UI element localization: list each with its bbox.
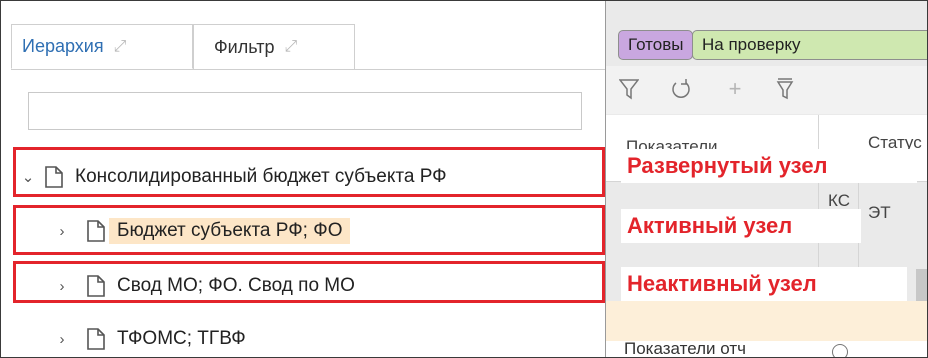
grid-cell (916, 269, 927, 303)
table-row[interactable] (606, 301, 927, 341)
cell-code-ks: КС (828, 191, 850, 210)
annotation-inactive: Неактивный узел (621, 267, 907, 301)
status-button-ready[interactable]: Готовы (618, 30, 694, 60)
annotation-box-inactive (13, 261, 605, 303)
search-input[interactable] (28, 92, 582, 130)
annotation-active: Активный узел (621, 209, 861, 243)
tree-node-tfoms[interactable]: › ТФОМС; ТГВФ (55, 319, 246, 357)
status-button-to-review[interactable]: На проверку (692, 30, 927, 60)
annotation-box-expanded (13, 147, 605, 197)
grid-toolbar: + (606, 66, 927, 114)
tab-filter-label: Фильтр (214, 36, 275, 57)
refresh-icon[interactable] (666, 74, 696, 104)
cell-code-et: ЭТ (868, 203, 891, 222)
status-button-label: На проверку (702, 35, 801, 54)
document-icon (87, 328, 105, 350)
tab-hierarchy-label: Иерархия (22, 36, 104, 56)
tab-hierarchy[interactable]: Иерархия ⤢ (11, 24, 193, 69)
app-window: Иерархия ⤢ Фильтр ⤢ ⌄ Консолидированный … (0, 0, 928, 358)
status-button-label: Готовы (628, 35, 684, 54)
row-radio[interactable] (832, 344, 848, 357)
expand-icon[interactable]: ⤢ (284, 38, 297, 56)
annotation-box-active (13, 205, 605, 255)
tree-node-label: ТФОМС; ТГВФ (117, 328, 246, 349)
annotation-expanded: Развернутый узел (621, 149, 917, 183)
chevron-right-icon[interactable]: › (55, 331, 69, 348)
panel-tabs: Иерархия ⤢ Фильтр ⤢ (11, 24, 611, 70)
hierarchy-panel: Иерархия ⤢ Фильтр ⤢ ⌄ Консолидированный … (1, 1, 611, 357)
add-icon[interactable]: + (720, 74, 750, 104)
table-row[interactable]: Показатели отч (606, 339, 927, 358)
filter-icon[interactable] (614, 74, 644, 104)
tab-filter[interactable]: Фильтр ⤢ (193, 24, 355, 69)
filter-clear-icon[interactable] (770, 74, 800, 104)
expand-icon[interactable]: ⤢ (114, 38, 127, 56)
row-label: Показатели отч (624, 339, 746, 358)
